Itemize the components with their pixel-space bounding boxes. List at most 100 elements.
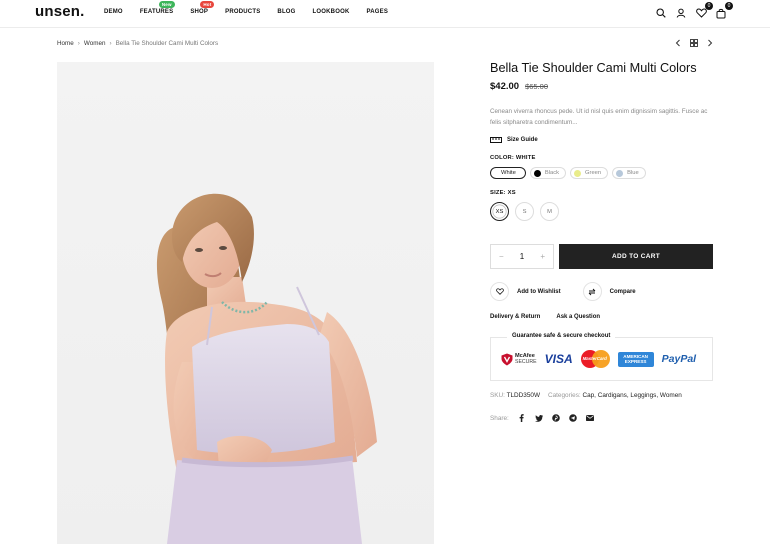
price-row: $42.00 $65.00 bbox=[490, 81, 713, 92]
logo[interactable]: unsen. bbox=[35, 3, 85, 20]
price: $42.00 bbox=[490, 81, 520, 92]
nav-item-shop[interactable]: SHOP Hot bbox=[190, 1, 215, 15]
ask-question-link[interactable]: Ask a Question bbox=[556, 314, 600, 320]
cart-count: 0 bbox=[725, 2, 733, 10]
color-value: WHITE bbox=[515, 155, 536, 161]
size-label: SIZE: XS bbox=[490, 190, 713, 196]
nav-label: BLOG bbox=[277, 9, 296, 15]
nav-item-demo[interactable]: DEMO bbox=[104, 9, 123, 15]
size-m[interactable]: M bbox=[540, 202, 559, 221]
nav-item-lookbook[interactable]: LOOKBOOK bbox=[313, 9, 350, 15]
heart-icon[interactable]: 0 bbox=[695, 2, 713, 19]
color-dot bbox=[616, 169, 624, 177]
color-dot bbox=[574, 169, 582, 177]
nav-item-features[interactable]: FEATURES New bbox=[139, 1, 175, 15]
compare-icon bbox=[582, 282, 602, 301]
swatch-label: Black bbox=[544, 170, 560, 176]
swatch-blue[interactable]: Blue bbox=[612, 167, 646, 179]
breadcrumb-home[interactable]: Home bbox=[57, 40, 74, 47]
info-links: Delivery & Return Ask a Question bbox=[490, 314, 600, 320]
color-label: COLOR: WHITE bbox=[490, 155, 713, 161]
product-pager bbox=[673, 38, 714, 48]
categories-label: Categories: bbox=[547, 392, 581, 399]
hot-badge: Hot bbox=[200, 1, 215, 8]
quantity-stepper: − 1 + bbox=[490, 244, 554, 269]
wishlist-label: Add to Wishlist bbox=[517, 288, 561, 295]
sku: SKU: TLDD350W bbox=[490, 392, 540, 399]
size-options: XS S M bbox=[490, 202, 713, 221]
swatch-black[interactable]: Black bbox=[529, 167, 567, 179]
sku-value: TLDD350W bbox=[506, 392, 540, 399]
facebook-icon[interactable] bbox=[518, 414, 526, 422]
categories-value[interactable]: Cap, Cardigans, Leggings, Women bbox=[582, 392, 681, 399]
breadcrumb-category[interactable]: Women bbox=[84, 40, 106, 47]
chevron-right-icon: › bbox=[109, 40, 112, 47]
old-price: $65.00 bbox=[525, 82, 549, 91]
color-dot bbox=[533, 169, 541, 177]
chevron-left-icon[interactable] bbox=[673, 38, 682, 48]
user-icon[interactable] bbox=[675, 7, 687, 19]
guarantee-title: Guarantee safe & secure checkout bbox=[507, 333, 616, 339]
qty-minus-button[interactable]: − bbox=[499, 252, 504, 261]
site-header: unsen. DEMO FEATURES New SHOP Hot PRODUCTS… bbox=[0, 0, 770, 28]
mastercard-logo: MasterCard bbox=[580, 350, 610, 368]
share-label: Share: bbox=[490, 414, 509, 422]
add-to-wishlist-button[interactable]: Add to Wishlist bbox=[490, 282, 561, 301]
secure-checkout-box: Guarantee safe & secure checkout McAfee … bbox=[490, 333, 713, 381]
swatch-label: Green bbox=[585, 170, 602, 176]
product-meta: SKU: TLDD350W Categories: Cap, Cardigans… bbox=[490, 392, 682, 399]
product-description: Cenean viverra rhoncus pede. Ut id nisl … bbox=[490, 108, 708, 126]
new-badge: New bbox=[158, 1, 175, 8]
size-xs[interactable]: XS bbox=[490, 202, 509, 221]
visa-logo: VISA bbox=[544, 352, 573, 366]
quantity-value[interactable]: 1 bbox=[520, 252, 524, 261]
nav-label: PAGES bbox=[366, 9, 389, 15]
color-label-text: COLOR: bbox=[490, 155, 515, 161]
breadcrumb: Home › Women › Bella Tie Shoulder Cami M… bbox=[57, 40, 218, 47]
color-swatches: White Black Green Blue bbox=[490, 167, 713, 179]
delivery-return-link[interactable]: Delivery & Return bbox=[490, 314, 540, 320]
size-value: XS bbox=[507, 190, 516, 196]
pinterest-icon[interactable] bbox=[552, 414, 560, 422]
nav-item-blog[interactable]: BLOG bbox=[277, 9, 295, 15]
nav-item-products[interactable]: PRODUCTS bbox=[225, 9, 260, 15]
compare-label: Compare bbox=[609, 288, 636, 295]
cart-icon[interactable]: 0 bbox=[715, 2, 733, 19]
nav-label: PRODUCTS bbox=[225, 9, 261, 15]
size-s[interactable]: S bbox=[515, 202, 534, 221]
size-guide-label: Size Guide bbox=[507, 137, 538, 143]
mcafee-secure: SECURE bbox=[515, 359, 537, 365]
header-icons: 0 0 bbox=[655, 2, 733, 19]
paypal-logo: PayPal bbox=[661, 353, 697, 365]
size-label-text: SIZE: bbox=[490, 190, 506, 196]
nav-label: FEATURES bbox=[139, 9, 174, 15]
heart-icon bbox=[490, 282, 509, 301]
swatch-label: White bbox=[501, 170, 516, 176]
chevron-right-icon: › bbox=[77, 40, 80, 47]
nav-label: SHOP bbox=[190, 9, 209, 15]
chevron-right-icon[interactable] bbox=[705, 38, 714, 48]
swatch-green[interactable]: Green bbox=[570, 167, 609, 179]
email-icon[interactable] bbox=[585, 414, 594, 422]
swatch-white[interactable]: White bbox=[490, 167, 526, 179]
mcafee-logo: McAfee SECURE bbox=[501, 353, 537, 366]
compare-button[interactable]: Compare bbox=[582, 282, 636, 301]
product-actions: Add to Wishlist Compare bbox=[490, 282, 713, 301]
search-icon[interactable] bbox=[655, 7, 667, 19]
add-to-cart-button[interactable]: ADD TO CART bbox=[559, 244, 713, 269]
payment-logos: McAfee SECURE VISA MasterCard AMERICAN E… bbox=[501, 350, 696, 368]
size-guide-link[interactable]: Size Guide bbox=[490, 137, 713, 143]
product-image[interactable] bbox=[57, 62, 434, 544]
grid-icon[interactable] bbox=[689, 38, 698, 48]
twitter-icon[interactable] bbox=[534, 414, 543, 422]
qty-plus-button[interactable]: + bbox=[540, 252, 545, 261]
breadcrumb-current: Bella Tie Shoulder Cami Multi Colors bbox=[115, 40, 219, 47]
categories: Categories: Cap, Cardigans, Leggings, Wo… bbox=[548, 392, 682, 399]
nav-item-pages[interactable]: PAGES bbox=[366, 9, 388, 15]
telegram-icon[interactable] bbox=[569, 414, 577, 422]
model-illustration bbox=[156, 193, 377, 544]
nav-label: LOOKBOOK bbox=[312, 9, 350, 15]
product-title: Bella Tie Shoulder Cami Multi Colors bbox=[490, 61, 697, 75]
main-nav: DEMO FEATURES New SHOP Hot PRODUCTS BLOG L… bbox=[104, 1, 405, 15]
product-info: Bella Tie Shoulder Cami Multi Colors $42… bbox=[490, 60, 713, 422]
